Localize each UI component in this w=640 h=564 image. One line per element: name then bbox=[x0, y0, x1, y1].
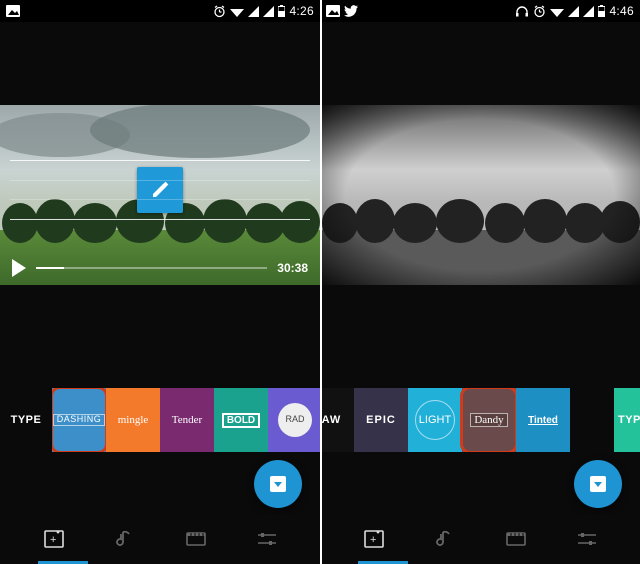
nav-music[interactable] bbox=[421, 519, 469, 559]
nav-music[interactable] bbox=[101, 519, 149, 559]
wifi-icon bbox=[230, 6, 244, 17]
style-tile-tinted[interactable]: Tinted bbox=[516, 388, 570, 452]
style-tile-label: mingle bbox=[115, 414, 152, 426]
style-tile-label: Tender bbox=[169, 414, 205, 426]
style-tile-rad[interactable]: RAD bbox=[268, 388, 320, 452]
duration-label: 30:38 bbox=[277, 261, 308, 275]
type-label: TYPE bbox=[0, 388, 52, 452]
style-tile-raw[interactable]: RAW bbox=[320, 388, 354, 452]
style-tile-label: RAD bbox=[278, 403, 312, 437]
svg-text:+: + bbox=[50, 534, 56, 546]
bottom-nav: + bbox=[0, 514, 320, 564]
download-box-icon bbox=[269, 475, 287, 493]
nav-settings[interactable] bbox=[243, 519, 291, 559]
nav-settings[interactable] bbox=[563, 519, 611, 559]
style-tile-label: Dandy bbox=[470, 413, 507, 427]
style-tile-label: Tinted bbox=[525, 415, 561, 426]
style-tile-dashing[interactable]: DASHING bbox=[52, 388, 106, 452]
status-clock: 4:26 bbox=[289, 4, 314, 18]
title-overlay-region[interactable] bbox=[10, 160, 310, 220]
style-tile-bold[interactable]: BOLD bbox=[214, 388, 268, 452]
video-preview[interactable]: 30:38 bbox=[0, 105, 320, 285]
style-tile-label: DASHING bbox=[53, 414, 106, 426]
save-fab[interactable] bbox=[574, 460, 622, 508]
style-tile-light[interactable]: LIGHT bbox=[408, 388, 462, 452]
signal-icon-2 bbox=[263, 6, 274, 17]
sparkle-frame-icon: + bbox=[43, 529, 65, 549]
status-bar: 4:26 bbox=[0, 0, 320, 22]
play-button[interactable] bbox=[12, 259, 26, 277]
download-box-icon bbox=[589, 475, 607, 493]
style-tile-epic[interactable]: EPIC bbox=[354, 388, 408, 452]
styles-strip: TYPE DASHING mingle Tender BOLD RAD bbox=[0, 388, 320, 452]
gallery-icon bbox=[6, 5, 20, 17]
nav-styles[interactable]: + bbox=[350, 519, 398, 559]
wifi-icon bbox=[550, 6, 564, 17]
signal-icon bbox=[568, 6, 579, 17]
edit-title-button[interactable] bbox=[137, 167, 183, 213]
pencil-icon bbox=[150, 180, 170, 200]
svg-text:+: + bbox=[370, 534, 376, 546]
filmstrip-icon bbox=[185, 530, 207, 548]
style-tile-label: EPIC bbox=[363, 414, 399, 426]
save-fab[interactable] bbox=[254, 460, 302, 508]
twitter-icon bbox=[344, 5, 358, 17]
style-tile-dandy[interactable]: Dandy bbox=[462, 388, 516, 452]
video-preview[interactable] bbox=[320, 105, 640, 285]
alarm-icon bbox=[533, 5, 546, 18]
bottom-nav: + bbox=[320, 514, 640, 564]
left-screen: 4:26 bbox=[0, 0, 320, 564]
style-tile-label: BOLD bbox=[222, 413, 260, 428]
playback-controls: 30:38 bbox=[0, 259, 320, 277]
nav-styles[interactable]: + bbox=[30, 519, 78, 559]
sliders-icon bbox=[256, 531, 278, 547]
progress-bar[interactable] bbox=[36, 267, 267, 269]
styles-strip: RAW EPIC LIGHT Dandy Tinted TYP bbox=[320, 388, 640, 452]
sparkle-frame-icon: + bbox=[363, 529, 385, 549]
headphones-icon bbox=[515, 5, 529, 17]
nav-clips[interactable] bbox=[172, 519, 220, 559]
music-note-icon bbox=[436, 529, 454, 549]
battery-icon bbox=[278, 5, 285, 17]
filmstrip-icon bbox=[505, 530, 527, 548]
signal-icon-2 bbox=[583, 6, 594, 17]
gallery-icon bbox=[326, 5, 340, 17]
right-screen: 4:46 bbox=[320, 0, 640, 564]
style-tile-mingle[interactable]: mingle bbox=[106, 388, 160, 452]
music-note-icon bbox=[116, 529, 134, 549]
status-bar: 4:46 bbox=[320, 0, 640, 22]
type-label-partial[interactable]: TYP bbox=[614, 388, 640, 452]
sliders-icon bbox=[576, 531, 598, 547]
status-clock: 4:46 bbox=[609, 4, 634, 18]
nav-clips[interactable] bbox=[492, 519, 540, 559]
style-tile-tender[interactable]: Tender bbox=[160, 388, 214, 452]
battery-icon bbox=[598, 5, 605, 17]
screen-divider bbox=[320, 0, 322, 564]
style-tile-label: LIGHT bbox=[415, 400, 455, 440]
signal-icon bbox=[248, 6, 259, 17]
alarm-icon bbox=[213, 5, 226, 18]
style-tile-label: RAW bbox=[320, 414, 344, 426]
